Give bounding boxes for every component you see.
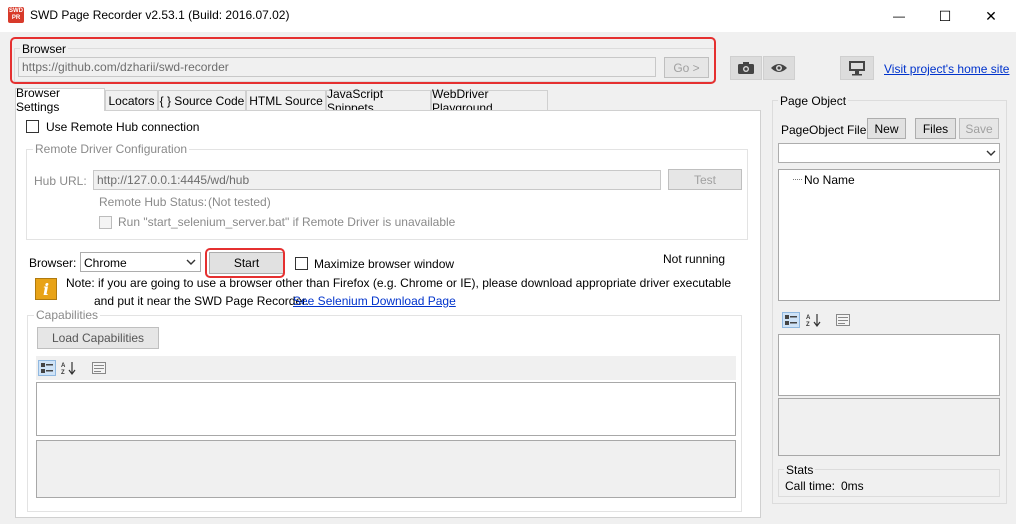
hub-url-label: Hub URL: bbox=[34, 174, 87, 188]
browser-select-value: Chrome bbox=[84, 256, 127, 270]
eye-icon bbox=[771, 64, 787, 72]
note-line-2: and put it near the SWD Page Recorder. bbox=[94, 294, 309, 308]
svg-text:Z: Z bbox=[806, 322, 810, 327]
svg-text:A: A bbox=[61, 363, 66, 369]
browser-select[interactable]: Chrome bbox=[80, 252, 201, 272]
call-time-value: 0ms bbox=[841, 479, 864, 493]
browser-label: Browser: bbox=[29, 256, 77, 270]
pageobject-select[interactable] bbox=[778, 143, 1000, 163]
tree-connector bbox=[793, 179, 802, 180]
hub-status-value: (Not tested) bbox=[208, 195, 271, 209]
minimize-button[interactable]: — bbox=[876, 0, 922, 32]
hub-url-input[interactable]: http://127.0.0.1:4445/wd/hub bbox=[93, 170, 661, 190]
window-title: SWD Page Recorder v2.53.1 (Build: 2016.0… bbox=[30, 8, 290, 22]
monitor-icon bbox=[849, 61, 865, 76]
files-button[interactable]: Files bbox=[915, 118, 956, 139]
stats-group-label: Stats bbox=[784, 463, 816, 477]
minimize-icon: — bbox=[893, 9, 905, 23]
close-button[interactable]: ✕ bbox=[968, 0, 1014, 32]
chevron-down-icon bbox=[186, 259, 196, 265]
capabilities-toolbar bbox=[36, 356, 736, 380]
display-button[interactable] bbox=[840, 56, 874, 80]
po-sort-az-icon[interactable]: AZ bbox=[805, 312, 823, 328]
po-categorized-icon[interactable] bbox=[782, 312, 800, 328]
camera-icon bbox=[738, 62, 754, 74]
maximize-label: Maximize browser window bbox=[314, 257, 455, 271]
pageobject-tree[interactable]: No Name bbox=[778, 169, 1000, 301]
new-button[interactable]: New bbox=[867, 118, 906, 139]
tab-webdriver-playground[interactable]: WebDriver Playground bbox=[431, 87, 548, 115]
load-capabilities-button[interactable]: Load Capabilities bbox=[37, 327, 159, 349]
svg-text:Z: Z bbox=[61, 370, 65, 375]
remote-driver-group-label: Remote Driver Configuration bbox=[33, 142, 190, 156]
svg-text:A: A bbox=[806, 315, 811, 321]
visit-project-link[interactable]: Visit project's home site bbox=[884, 62, 1009, 76]
capabilities-group-label: Capabilities bbox=[34, 308, 101, 322]
run-selenium-checkbox[interactable] bbox=[99, 216, 112, 229]
po-property-grid[interactable] bbox=[778, 334, 1000, 396]
po-property-description bbox=[778, 398, 1000, 456]
capabilities-grid[interactable] bbox=[36, 382, 736, 436]
chevron-down-icon bbox=[986, 150, 996, 156]
po-property-pages-icon[interactable] bbox=[834, 312, 852, 328]
property-pages-icon[interactable] bbox=[90, 360, 108, 376]
close-icon: ✕ bbox=[985, 7, 997, 24]
tree-item-no-name[interactable]: No Name bbox=[804, 173, 855, 187]
maximize-icon: ☐ bbox=[938, 7, 952, 24]
tab-locators[interactable]: Locators bbox=[105, 90, 158, 110]
maximize-checkbox[interactable] bbox=[295, 257, 308, 270]
test-button[interactable]: Test bbox=[668, 169, 742, 190]
use-remote-hub-checkbox[interactable] bbox=[26, 120, 39, 133]
hub-status-label: Remote Hub Status: bbox=[99, 195, 208, 209]
page-object-group-label: Page Object bbox=[778, 94, 849, 108]
start-highlight bbox=[205, 248, 285, 278]
pageobject-file-label: PageObject File: bbox=[781, 123, 870, 137]
browser-highlight bbox=[10, 37, 716, 84]
status-text: Not running bbox=[663, 252, 726, 266]
call-time-label: Call time: bbox=[785, 479, 836, 493]
use-remote-hub-label: Use Remote Hub connection bbox=[46, 120, 200, 134]
app-logo-icon: SWD PR bbox=[8, 7, 24, 23]
tab-javascript-snippets[interactable]: JavaScript Snippets bbox=[326, 87, 431, 115]
run-selenium-label: Run "start_selenium_server.bat" if Remot… bbox=[118, 215, 456, 229]
sort-az-icon[interactable]: AZ bbox=[60, 360, 78, 376]
info-icon: i bbox=[35, 278, 57, 300]
tab-browser-settings[interactable]: Browser Settings bbox=[15, 86, 105, 114]
tab-source-code[interactable]: { } Source Code bbox=[158, 90, 246, 110]
preview-button[interactable] bbox=[763, 56, 795, 80]
maximize-button[interactable]: ☐ bbox=[922, 0, 968, 32]
capabilities-description bbox=[36, 440, 736, 498]
categorized-icon[interactable] bbox=[38, 360, 56, 376]
screenshot-button[interactable] bbox=[730, 56, 762, 80]
save-button[interactable]: Save bbox=[959, 118, 999, 139]
selenium-download-link[interactable]: See Selenium Download Page bbox=[293, 294, 456, 308]
note-line-1: Note: if you are going to use a browser … bbox=[66, 276, 732, 290]
tab-html-source[interactable]: HTML Source bbox=[246, 90, 326, 110]
